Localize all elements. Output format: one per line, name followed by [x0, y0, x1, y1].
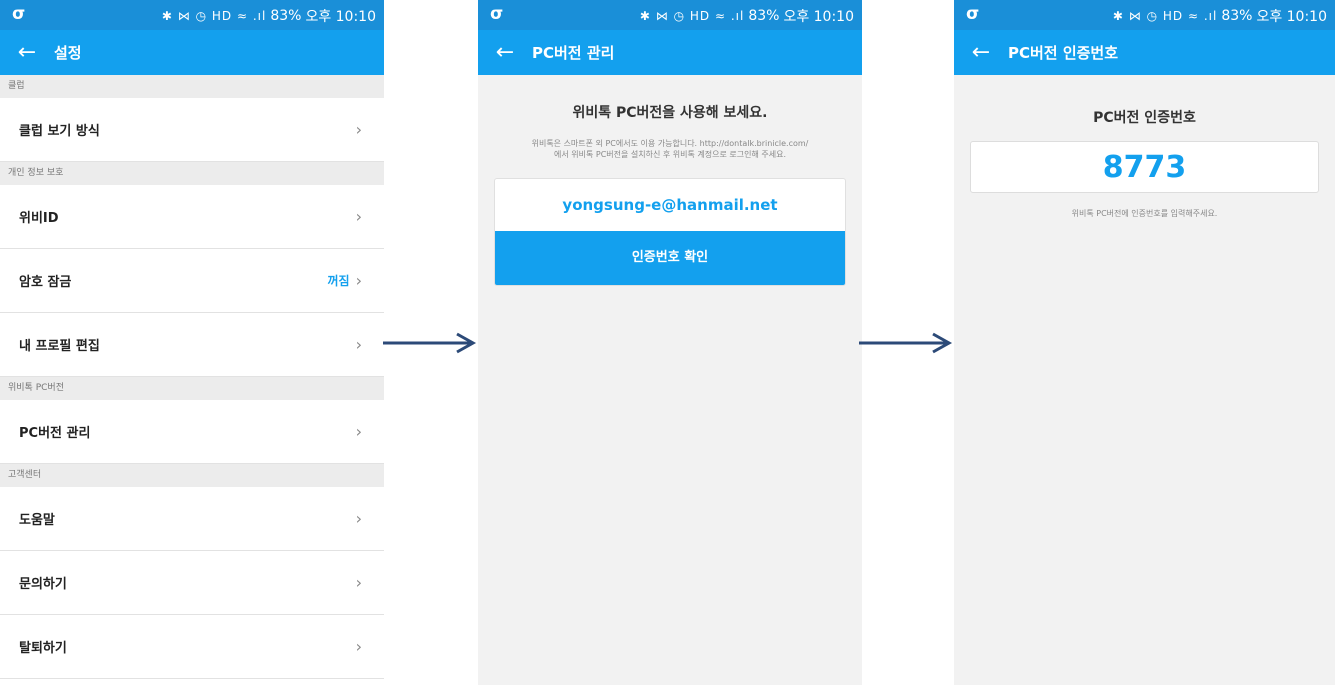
desc-line: 위비톡은 스마트폰 외 PC에서도 이용 가능합니다. http://donta… — [531, 139, 809, 148]
settings-row-label: 위비ID — [19, 211, 59, 226]
settings-row[interactable]: 내 프로필 편집 › — [0, 313, 384, 377]
app-bar: ← PC버전 관리 — [478, 30, 862, 75]
settings-row[interactable]: 위비ID › — [0, 185, 384, 249]
battery-text: 83% — [1221, 8, 1253, 24]
settings-row-label: 문의하기 — [19, 577, 67, 592]
app-bar: ← PC버전 인증번호 — [954, 30, 1335, 75]
settings-row-value: 꺼짐 — [327, 274, 350, 288]
section-header: 위비톡 PC버전 — [0, 377, 384, 400]
chevron-right-icon: › — [355, 120, 362, 139]
page-title: PC버전 인증번호 — [1008, 44, 1119, 62]
status-icons: ✱ ⋈ ◷ HD ≈ .ıl — [639, 9, 745, 23]
back-arrow-icon[interactable]: ← — [954, 30, 1008, 75]
back-arrow-icon[interactable]: ← — [478, 30, 532, 75]
pc-version-screen: σ ✱ ⋈ ◷ HD ≈ .ıl 83% 오후 10:10 ← PC버전 관리 … — [478, 0, 862, 685]
auth-code-screen: σ ✱ ⋈ ◷ HD ≈ .ıl 83% 오후 10:10 ← PC버전 인증번… — [954, 0, 1335, 685]
settings-row-label: 탈퇴하기 — [19, 641, 67, 656]
page-title: 설정 — [54, 44, 82, 62]
chevron-right-icon: › — [355, 509, 362, 528]
chevron-right-icon: › — [355, 271, 362, 290]
pc-version-heading: 위비톡 PC버전을 사용해 보세요. — [572, 105, 768, 121]
clock-text: 오후 10:10 — [305, 9, 376, 25]
chevron-right-icon: › — [355, 573, 362, 592]
app-logo-icon: σ — [966, 4, 980, 24]
battery-text: 83% — [748, 8, 780, 24]
chevron-right-icon: › — [355, 422, 362, 441]
app-logo-icon: σ — [490, 4, 504, 24]
auth-code-instruction: 위비톡 PC버전에 인증번호를 입력해주세요. — [1071, 209, 1218, 218]
section-header: 클럽 — [0, 75, 384, 98]
clock-text: 오후 10:10 — [1256, 9, 1327, 25]
flow-arrow-icon — [859, 332, 953, 354]
app-logo-icon: σ — [12, 4, 26, 24]
status-icons: ✱ ⋈ ◷ HD ≈ .ıl — [161, 9, 267, 23]
chevron-right-icon: › — [355, 637, 362, 656]
status-bar: σ ✱ ⋈ ◷ HD ≈ .ıl 83% 오후 10:10 — [478, 0, 862, 30]
settings-row[interactable]: PC버전 관리 › — [0, 400, 384, 464]
account-email: yongsung-e@hanmail.net — [562, 196, 778, 214]
desc-line: 에서 위비톡 PC버전을 설치하신 후 위비톡 계정으로 로그인해 주세요. — [553, 150, 786, 159]
settings-row-label: 도움말 — [19, 513, 55, 528]
account-card: yongsung-e@hanmail.net 인증번호 확인 — [494, 178, 846, 286]
settings-row-label: 내 프로필 편집 — [19, 339, 100, 354]
section-header: 개인 정보 보호 — [0, 162, 384, 185]
settings-row-label: PC버전 관리 — [19, 426, 91, 441]
pc-version-description: 위비톡은 스마트폰 외 PC에서도 이용 가능합니다. http://donta… — [478, 138, 862, 160]
settings-row[interactable]: 문의하기 › — [0, 551, 384, 615]
clock-text: 오후 10:10 — [783, 9, 854, 25]
settings-row[interactable]: 클럽 보기 방식 › — [0, 98, 384, 162]
chevron-right-icon: › — [355, 335, 362, 354]
page-title: PC버전 관리 — [532, 44, 615, 62]
settings-row-label: 암호 잠금 — [19, 275, 72, 290]
settings-screen: σ ✱ ⋈ ◷ HD ≈ .ıl 83% 오후 10:10 ← 설정 클럽 클럽 … — [0, 0, 384, 685]
settings-row-label: 클럽 보기 방식 — [19, 124, 100, 139]
status-icons: ✱ ⋈ ◷ HD ≈ .ıl — [1112, 9, 1218, 23]
battery-text: 83% — [270, 8, 302, 24]
status-bar: σ ✱ ⋈ ◷ HD ≈ .ıl 83% 오후 10:10 — [954, 0, 1335, 30]
back-arrow-icon[interactable]: ← — [0, 30, 54, 75]
verify-code-button[interactable]: 인증번호 확인 — [495, 231, 845, 285]
settings-row[interactable]: 도움말 › — [0, 487, 384, 551]
flow-arrow-icon — [383, 332, 477, 354]
auth-code-value: 8773 — [970, 141, 1319, 193]
chevron-right-icon: › — [355, 207, 362, 226]
settings-list: 클럽 클럽 보기 방식 › 개인 정보 보호 위비ID › 암호 잠금 꺼짐 › 내 프로필 편집… — [0, 75, 384, 679]
status-bar: σ ✱ ⋈ ◷ HD ≈ .ıl 83% 오후 10:10 — [0, 0, 384, 30]
settings-row[interactable]: 암호 잠금 꺼짐 › — [0, 249, 384, 313]
section-header: 고객센터 — [0, 464, 384, 487]
settings-row[interactable]: 탈퇴하기 › — [0, 615, 384, 679]
auth-code-heading: PC버전 인증번호 — [1093, 110, 1196, 126]
app-bar: ← 설정 — [0, 30, 384, 75]
